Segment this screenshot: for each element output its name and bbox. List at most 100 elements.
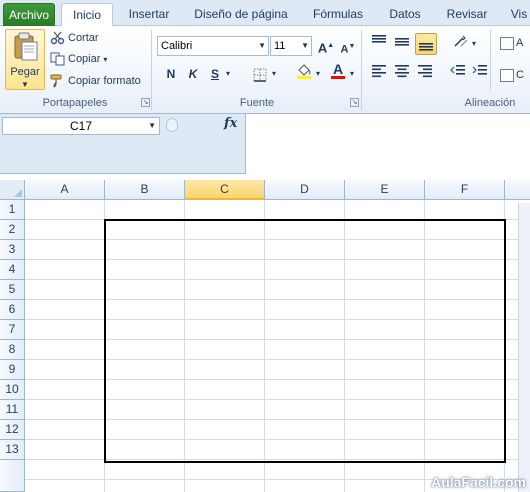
align-top-icon <box>372 35 386 43</box>
watermark-logo: AulaFacil.com <box>431 474 526 490</box>
tab-insertar[interactable]: Insertar <box>120 3 178 26</box>
chevron-down-icon[interactable]: ▾ <box>468 34 480 54</box>
group-divider <box>490 30 491 90</box>
name-box[interactable]: C17 ▼ <box>2 117 160 135</box>
align-middle-button[interactable] <box>392 34 412 54</box>
chevron-down-icon: ▼ <box>148 121 156 130</box>
chevron-down-icon[interactable]: ▾ <box>268 64 280 84</box>
scissors-icon <box>50 31 65 45</box>
insert-function-button[interactable]: fx <box>224 116 237 131</box>
paste-button[interactable]: Pegar ▼ <box>5 29 45 90</box>
merge-center-label: C <box>516 69 524 81</box>
fill-color-button[interactable] <box>294 62 314 82</box>
dialog-launcher-icon[interactable]: ↘ <box>350 98 359 107</box>
column-header-d[interactable]: D <box>265 180 345 200</box>
align-top-button[interactable] <box>369 34 389 54</box>
cut-label: Cortar <box>68 32 99 44</box>
alignment-group-label: Alineación <box>464 97 516 109</box>
row-header-10[interactable]: 10 <box>0 380 25 400</box>
vertical-scrollbar[interactable] <box>518 203 530 492</box>
italic-button[interactable]: K <box>183 64 203 84</box>
chevron-down-icon[interactable]: ▾ <box>222 64 234 84</box>
column-header-c[interactable]: C <box>185 180 265 200</box>
align-bottom-icon <box>419 43 433 51</box>
align-left-button[interactable] <box>369 64 389 84</box>
column-header-b[interactable]: B <box>105 180 185 200</box>
column-header-f[interactable]: F <box>425 180 505 200</box>
wrap-text-label: A <box>516 37 524 49</box>
select-all-button[interactable] <box>0 180 25 200</box>
row-header-9[interactable]: 9 <box>0 360 25 380</box>
borders-icon <box>253 68 267 82</box>
decrease-indent-button[interactable] <box>448 64 468 84</box>
increase-indent-button[interactable] <box>470 64 490 84</box>
tab-vista[interactable]: Vis <box>504 3 530 26</box>
bold-button[interactable]: N <box>161 64 181 84</box>
cell-range-border <box>104 219 506 463</box>
borders-button[interactable] <box>250 64 270 84</box>
column-header-a[interactable]: A <box>25 180 105 200</box>
cut-button[interactable]: Cortar <box>50 29 99 47</box>
row-header-4[interactable]: 4 <box>0 260 25 280</box>
align-right-icon <box>418 65 432 78</box>
name-box-value: C17 <box>69 119 92 133</box>
row-header-7[interactable]: 7 <box>0 320 25 340</box>
tab-diseno-de-pagina[interactable]: Diseño de página <box>186 3 296 26</box>
align-right-button[interactable] <box>415 64 435 84</box>
chevron-down-icon[interactable]: ▾ <box>346 64 358 84</box>
font-size-value: 11 <box>274 40 286 52</box>
row-header-8[interactable]: 8 <box>0 340 25 360</box>
increase-indent-icon <box>472 65 487 75</box>
ribbon: Pegar ▼ Cortar Copiar ▾ Copiar formato Po… <box>0 26 530 114</box>
copy-label: Copiar <box>68 53 101 65</box>
align-left-icon <box>372 65 386 78</box>
chevron-down-icon: ▼ <box>301 41 309 50</box>
paintbrush-icon <box>50 74 62 88</box>
row-header-5[interactable]: 5 <box>0 280 25 300</box>
row-header-14[interactable] <box>0 460 25 492</box>
format-painter-button[interactable]: Copiar formato <box>50 72 141 90</box>
align-middle-icon <box>395 38 409 46</box>
grow-font-button[interactable]: A▲ <box>316 36 336 56</box>
tab-revisar[interactable]: Revisar <box>440 3 494 26</box>
align-center-button[interactable] <box>392 64 412 84</box>
merge-center-button[interactable]: C <box>500 66 524 84</box>
expand-handle-icon[interactable] <box>166 118 178 132</box>
row-header-2[interactable]: 2 <box>0 220 25 240</box>
column-header-e[interactable]: E <box>345 180 425 200</box>
font-name-value: Calibri <box>161 40 193 52</box>
chevron-down-icon[interactable]: ▾ <box>312 64 324 84</box>
row-header-12[interactable]: 12 <box>0 420 25 440</box>
dialog-launcher-icon[interactable]: ↘ <box>141 98 150 107</box>
column-header-g[interactable] <box>505 180 530 200</box>
tab-inicio[interactable]: Inicio <box>61 3 113 27</box>
chevron-down-icon: ▾ <box>103 55 108 64</box>
font-name-select[interactable]: Calibri ▼ <box>157 36 269 56</box>
copy-icon <box>50 52 65 66</box>
format-painter-label: Copiar formato <box>68 75 141 87</box>
font-group-label: Fuente <box>239 97 275 109</box>
row-header-3[interactable]: 3 <box>0 240 25 260</box>
chevron-down-icon: ▼ <box>21 80 29 89</box>
decrease-indent-icon <box>450 65 465 75</box>
row-header-13[interactable]: 13 <box>0 440 25 460</box>
chevron-down-icon: ▼ <box>258 41 266 50</box>
row-header-1[interactable]: 1 <box>0 200 25 220</box>
formula-input[interactable] <box>245 114 530 174</box>
tab-formulas[interactable]: Fórmulas <box>306 3 370 26</box>
tab-datos[interactable]: Datos <box>380 3 430 26</box>
wrap-text-icon <box>500 36 514 50</box>
align-center-icon <box>395 65 409 78</box>
font-color-button[interactable]: A <box>328 61 348 81</box>
worksheet-grid[interactable]: A B C D E F 1 2 3 4 5 6 7 8 9 10 11 12 1… <box>0 174 530 492</box>
tab-archivo[interactable]: Archivo <box>3 3 55 26</box>
paint-bucket-icon <box>297 64 311 79</box>
ribbon-tab-bar: Archivo Inicio Insertar Diseño de página… <box>0 0 530 27</box>
row-header-11[interactable]: 11 <box>0 400 25 420</box>
shrink-font-button[interactable]: A▼ <box>338 37 358 57</box>
font-size-select[interactable]: 11 ▼ <box>270 36 312 56</box>
align-bottom-button[interactable] <box>415 33 437 55</box>
row-header-6[interactable]: 6 <box>0 300 25 320</box>
wrap-text-button[interactable]: A <box>500 34 523 52</box>
copy-button[interactable]: Copiar ▾ <box>50 50 107 68</box>
